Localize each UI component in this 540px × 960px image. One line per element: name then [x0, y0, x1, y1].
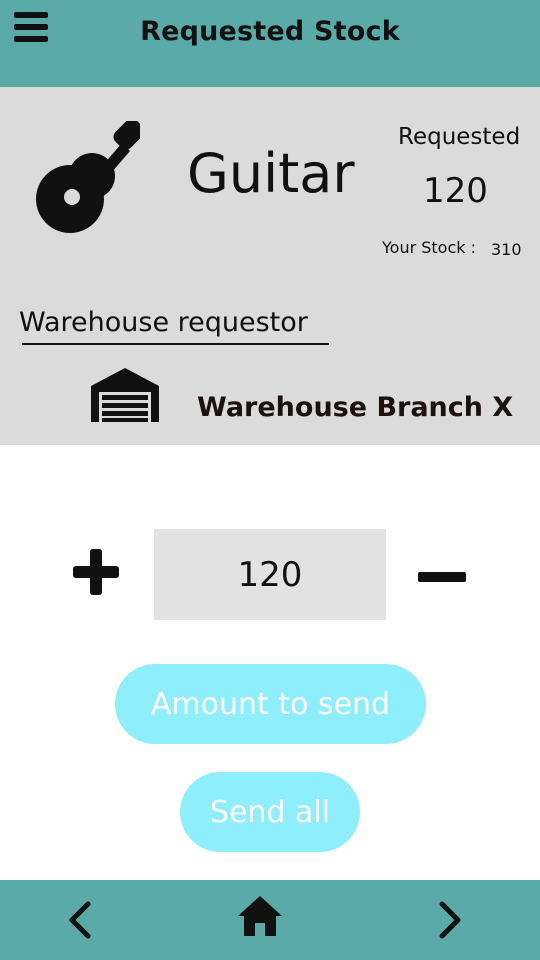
plus-icon[interactable] — [72, 548, 120, 596]
quantity-input[interactable] — [154, 529, 386, 620]
stock-value: 310 — [491, 240, 522, 259]
requestor-divider — [22, 343, 329, 345]
send-all-button[interactable]: Send all — [180, 772, 360, 852]
product-name: Guitar — [187, 142, 355, 205]
warehouse-name: Warehouse Branch X — [197, 392, 514, 423]
chevron-left-icon[interactable] — [62, 898, 98, 942]
bottom-nav — [0, 880, 540, 960]
home-icon[interactable] — [236, 894, 284, 938]
guitar-icon — [36, 121, 140, 233]
page-title: Requested Stock — [140, 16, 400, 47]
request-card: Guitar Requested 120 Your Stock : 310 Wa… — [0, 87, 540, 445]
requestor-label: Warehouse requestor — [19, 307, 308, 338]
warehouse-icon — [91, 368, 159, 422]
top-bar: Requested Stock — [0, 0, 540, 87]
chevron-right-icon[interactable] — [432, 898, 468, 942]
minus-icon[interactable] — [418, 571, 466, 583]
requested-value: 120 — [423, 171, 488, 211]
requested-label: Requested — [398, 124, 521, 150]
amount-to-send-button[interactable]: Amount to send — [115, 664, 426, 744]
stock-label: Your Stock : — [382, 238, 476, 257]
